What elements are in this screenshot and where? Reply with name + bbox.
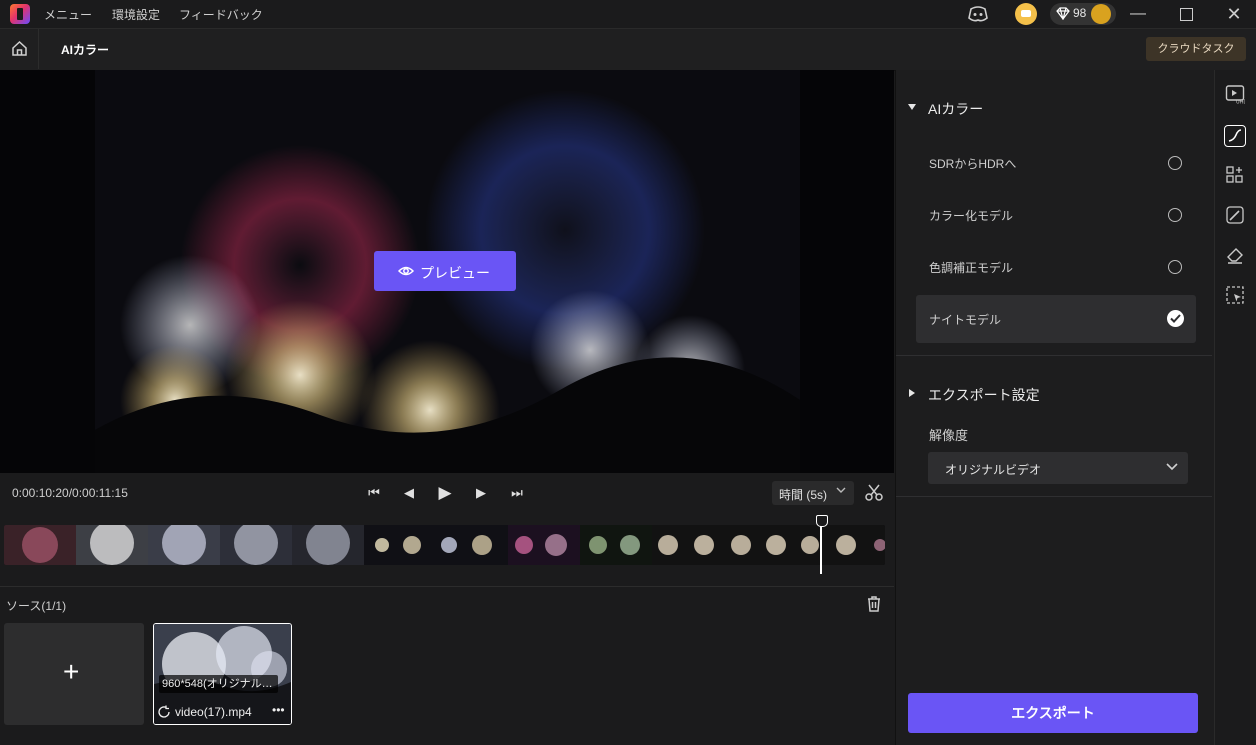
preview-button[interactable]: プレビュー [374,251,516,291]
chevron-down-icon [1166,463,1178,471]
gem-icon [1056,7,1070,20]
eye-icon [398,266,414,276]
cloud-task-button[interactable]: クラウドタスク [1146,37,1246,61]
curve-icon[interactable] [1225,126,1245,146]
divider [896,496,1212,497]
apps-icon[interactable] [1225,165,1245,185]
divider [896,355,1212,356]
chevron-down-icon [836,487,846,493]
select-icon[interactable] [1225,285,1245,305]
option-night[interactable]: ナイトモデル [929,311,1001,328]
more-options-icon[interactable]: ••• [272,703,285,717]
app-logo-icon [10,4,30,24]
radio-night-checked[interactable] [1167,310,1184,327]
ai-color-section-title[interactable]: AIカラー [928,99,983,119]
minimize-icon[interactable]: — [1127,4,1149,24]
playhead[interactable] [820,521,822,574]
trash-icon[interactable] [864,594,884,614]
resolution-label: 解像度 [929,428,969,443]
previous-frame-icon[interactable]: ◀ [399,484,419,502]
plus-icon: + [63,656,80,687]
video-file-name: video(17).mp4 [175,705,252,719]
interval-value: 時間 (5s) [779,488,828,502]
timeline-thumbnails [4,525,885,565]
gem-count: 98 [1073,6,1087,20]
option-color-correction[interactable]: 色調補正モデル [929,259,1013,276]
menu-item-preferences[interactable]: 環境設定 [112,6,160,23]
next-frame-icon[interactable]: ▶ [471,484,491,502]
scissors-icon[interactable] [864,483,884,503]
uhd-icon[interactable]: UHD [1225,84,1245,104]
skip-to-start-icon[interactable]: ⏮ [364,484,384,502]
export-settings-section-title[interactable]: エクスポート設定 [928,385,1040,405]
timeline-strip[interactable] [4,525,885,565]
maximize-icon[interactable] [1180,8,1193,21]
export-button[interactable]: エクスポート [908,693,1198,733]
check-icon [1170,314,1181,323]
skip-to-end-icon[interactable]: ⏭ [507,484,527,502]
radio-color-correction[interactable] [1168,260,1182,274]
source-count-label: ソース(1/1) [6,599,67,613]
menu-item-menu[interactable]: メニュー [44,6,92,23]
option-colorization[interactable]: カラー化モデル [929,207,1013,224]
play-icon[interactable]: ▶ [435,484,455,502]
tab-bar [0,28,1256,71]
svg-text:UHD: UHD [1236,100,1245,105]
tab-ai-color[interactable]: AIカラー [61,41,109,58]
collapse-triangle-icon[interactable] [907,102,917,112]
close-icon[interactable]: ✕ [1223,4,1245,24]
playhead-handle[interactable] [816,515,828,527]
timecode: 0:00:10:20/0:00:11:15 [12,486,128,500]
brush-icon[interactable] [1225,205,1245,225]
resolution-value: オリジナルビデオ [945,463,1042,477]
option-sdr-to-hdr[interactable]: SDRからHDRへ [929,155,1016,172]
video-resolution-label: 960*548(オリジナル… [159,675,278,693]
refresh-icon [158,705,170,718]
coin-icon[interactable] [1015,3,1037,25]
avatar-icon[interactable] [1091,4,1111,24]
home-button[interactable] [0,29,39,69]
eraser-icon[interactable] [1225,245,1245,265]
radio-colorization[interactable] [1168,208,1182,222]
expand-triangle-icon[interactable] [907,388,917,398]
home-icon [12,40,27,56]
radio-sdr-to-hdr[interactable] [1168,156,1182,170]
preview-button-label: プレビュー [420,265,490,281]
discord-icon[interactable] [967,4,989,24]
divider [0,586,894,587]
menu-item-feedback[interactable]: フィードバック [179,6,263,23]
